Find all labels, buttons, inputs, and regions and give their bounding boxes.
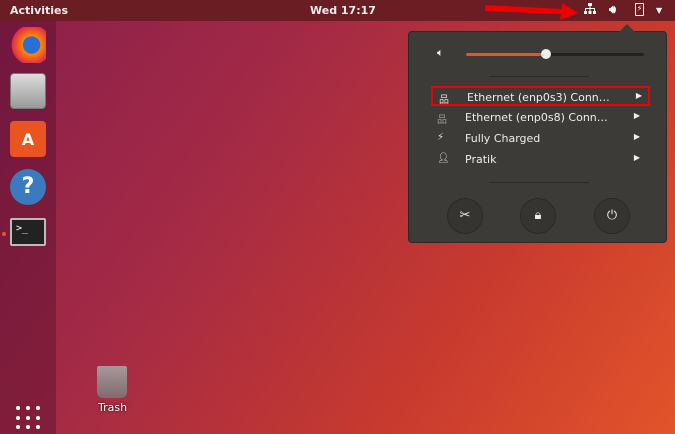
battery-icon[interactable]: ⚡ (635, 3, 644, 16)
trash-label[interactable]: Trash (98, 401, 127, 414)
lock-icon: 🔒︎ (534, 208, 542, 223)
settings-button[interactable]: ✂ (447, 198, 483, 234)
show-applications-button[interactable] (16, 406, 42, 430)
terminal-icon[interactable]: >_ (10, 218, 46, 246)
menu-item-user[interactable]: 👤︎ Pratik ▶ (431, 150, 646, 170)
dock: A ? >_ (0, 21, 56, 434)
help-icon[interactable]: ? (10, 169, 46, 205)
chevron-right-icon: ▶ (635, 91, 642, 100)
user-icon: 👤︎ (437, 153, 450, 164)
menu-item-label: Pratik (465, 153, 497, 166)
network-wired-icon: 品 (439, 95, 449, 106)
settings-icon: ✂ (459, 208, 471, 223)
chevron-right-icon: ▶ (633, 132, 640, 141)
menu-item-label: Ethernet (enp0s3) Conn… (467, 91, 610, 104)
menu-item-ethernet-enp0s8[interactable]: 品 Ethernet (enp0s8) Conn… ▶ (431, 108, 646, 128)
volume-icon: 🔈︎ (437, 46, 444, 59)
firefox-icon[interactable] (10, 27, 46, 63)
separator (489, 182, 589, 183)
volume-slider[interactable] (466, 49, 644, 59)
annotation-arrow (485, 3, 578, 20)
clock[interactable]: Wed 17:17 (310, 4, 376, 17)
menu-item-ethernet-enp0s3[interactable]: 品 Ethernet (enp0s3) Conn… ▶ (431, 86, 650, 106)
power-off-button[interactable]: ⏻ (594, 198, 630, 234)
separator (489, 76, 589, 77)
activities-button[interactable]: Activities (10, 4, 68, 17)
battery-icon: ⚡ (437, 132, 445, 143)
menu-item-label: Ethernet (enp0s8) Conn… (465, 111, 608, 124)
lock-button[interactable]: 🔒︎ (520, 198, 556, 234)
software-icon[interactable]: A (10, 121, 46, 157)
menu-item-label: Fully Charged (465, 132, 541, 145)
files-icon[interactable] (10, 73, 46, 109)
chevron-right-icon: ▶ (633, 153, 640, 162)
network-wired-disconnected-icon: 品 (437, 115, 447, 126)
volume-icon[interactable]: 🔊︎ (609, 3, 616, 17)
chevron-right-icon: ▶ (633, 111, 640, 120)
network-icon[interactable] (584, 3, 596, 18)
power-icon: ⏻ (606, 208, 618, 223)
trash-icon[interactable] (97, 366, 127, 398)
running-indicator (2, 232, 6, 236)
menu-item-battery[interactable]: ⚡ Fully Charged ▶ (431, 129, 646, 149)
menu-arrow-icon[interactable]: ▼ (656, 6, 662, 15)
system-menu: 🔈︎ 品 Ethernet (enp0s3) Conn… ▶ 品 Etherne… (408, 24, 667, 243)
